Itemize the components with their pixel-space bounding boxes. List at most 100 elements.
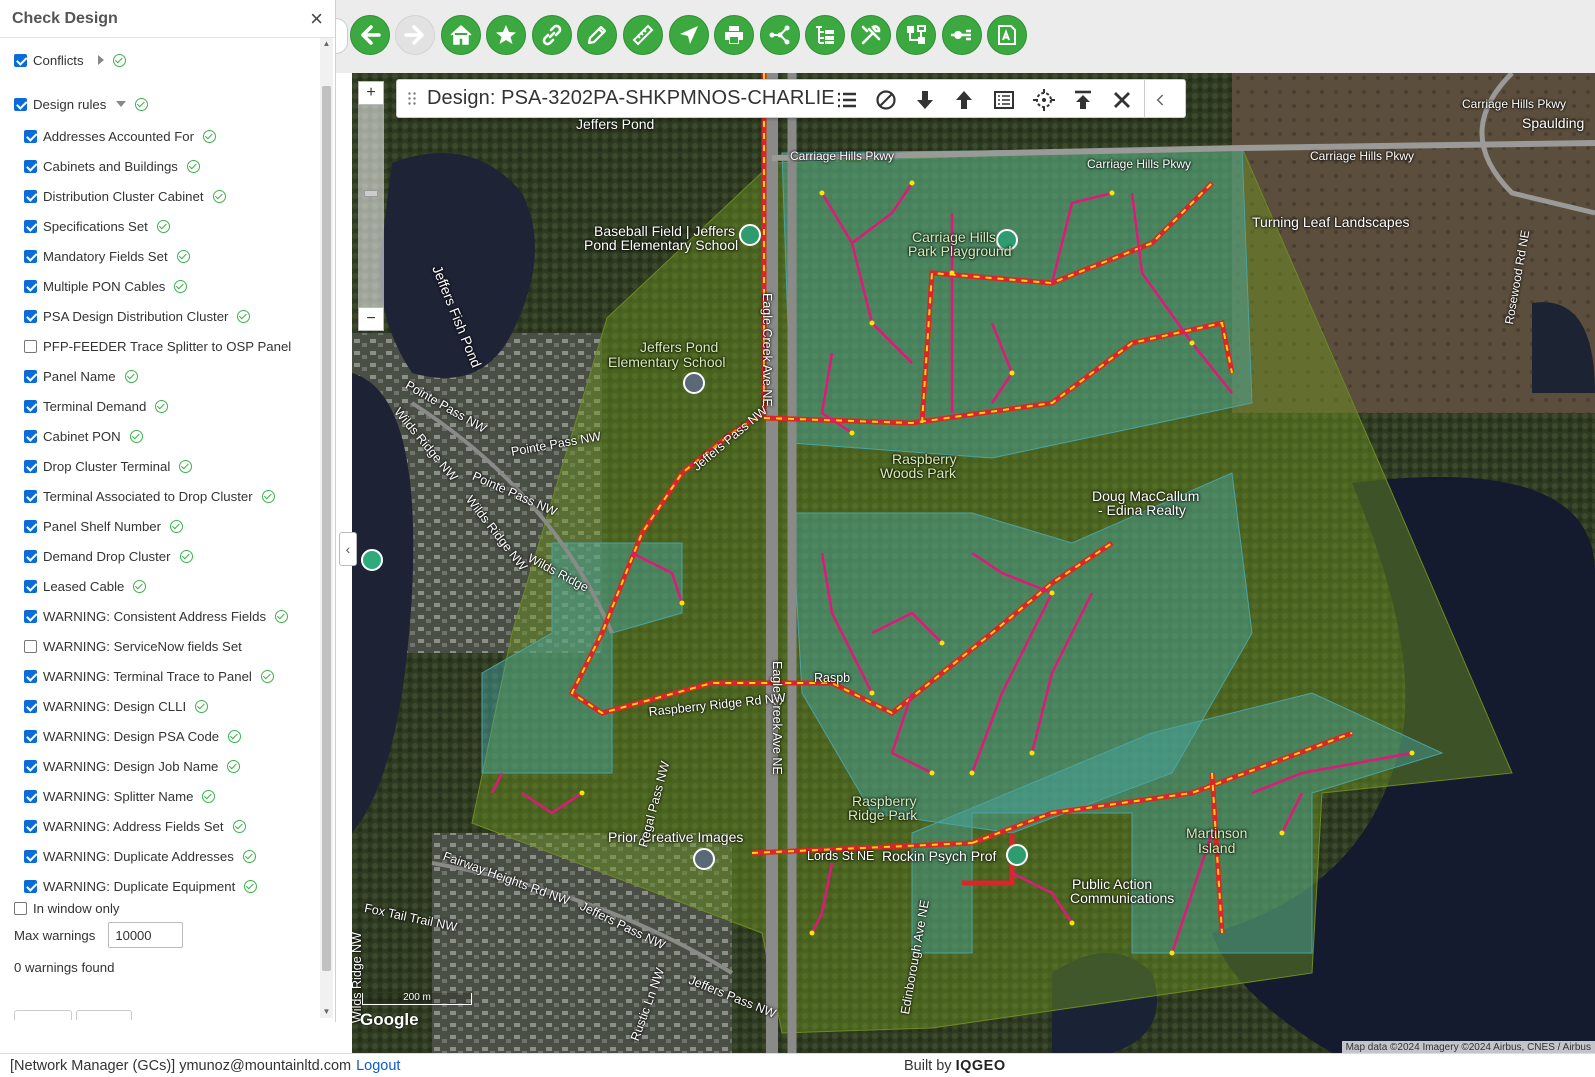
measure-ruler-button[interactable]: [623, 15, 663, 55]
scroll-down-icon[interactable]: ▼: [320, 1006, 333, 1018]
link-button[interactable]: [532, 15, 572, 55]
checkbox[interactable]: [24, 219, 37, 233]
checkbox[interactable]: [24, 759, 37, 773]
edit-pencil-button[interactable]: [577, 15, 617, 55]
zoom-out-button[interactable]: −: [358, 307, 384, 331]
bookmark-star-button[interactable]: [486, 15, 526, 55]
zoom-slider-track[interactable]: [358, 105, 384, 307]
checkbox[interactable]: [24, 639, 37, 653]
checkbox[interactable]: [24, 249, 37, 263]
rule-item[interactable]: Cabinet PON: [24, 426, 143, 446]
rule-item[interactable]: Leased Cable: [24, 576, 147, 596]
connections-button[interactable]: [896, 15, 936, 55]
arrow-down-icon[interactable]: [911, 86, 939, 114]
rule-item[interactable]: Panel Name: [24, 366, 138, 386]
rule-item[interactable]: Mandatory Fields Set: [24, 246, 190, 266]
cancel-icon[interactable]: [872, 86, 900, 114]
checkbox[interactable]: [24, 879, 37, 893]
checkbox[interactable]: [24, 609, 37, 623]
in-window-only-toggle[interactable]: In window only: [14, 898, 120, 918]
panel-collapse-chevron-icon[interactable]: ‹: [339, 532, 357, 566]
checkbox[interactable]: [24, 339, 37, 353]
rule-item[interactable]: PSA Design Distribution Cluster: [24, 306, 251, 326]
rule-item[interactable]: WARNING: Design PSA Code: [24, 726, 242, 746]
checkbox[interactable]: [24, 729, 37, 743]
checkbox[interactable]: [24, 819, 37, 833]
document-a-button[interactable]: [987, 15, 1027, 55]
rule-item[interactable]: Panel Shelf Number: [24, 516, 184, 536]
checkbox[interactable]: [24, 279, 37, 293]
checkbox[interactable]: [14, 97, 27, 111]
checkbox[interactable]: [24, 309, 37, 323]
max-warnings-input[interactable]: [108, 922, 184, 948]
checkbox[interactable]: [24, 549, 37, 563]
checkbox[interactable]: [24, 429, 37, 443]
rule-item[interactable]: WARNING: Consistent Address Fields: [24, 606, 289, 626]
panel-scrollbar[interactable]: ▲ ▼: [320, 38, 333, 1018]
checkbox[interactable]: [24, 399, 37, 413]
rule-item[interactable]: WARNING: Design Job Name: [24, 756, 241, 776]
splice-button[interactable]: [942, 15, 982, 55]
conflicts-toggle[interactable]: Conflicts: [14, 50, 126, 70]
checkbox[interactable]: [24, 369, 37, 383]
map-view[interactable]: Jeffers Pond Carriage Hills Pkwy Carriag…: [352, 73, 1595, 1053]
checkbox[interactable]: [24, 129, 37, 143]
rule-item[interactable]: Addresses Accounted For: [24, 126, 217, 146]
rule-item[interactable]: Distribution Cluster Cabinet: [24, 186, 226, 206]
rule-item[interactable]: Cabinets and Buildings: [24, 156, 200, 176]
rule-item[interactable]: WARNING: Terminal Trace to Panel: [24, 666, 274, 686]
zoom-slider-knob[interactable]: [364, 190, 378, 197]
checkbox[interactable]: [24, 789, 37, 803]
rule-item[interactable]: Terminal Demand: [24, 396, 169, 416]
collapse-chevron-icon[interactable]: [1151, 86, 1171, 114]
checkbox[interactable]: [24, 459, 37, 473]
publish-top-icon[interactable]: [1069, 86, 1097, 114]
rule-item[interactable]: WARNING: Splitter Name: [24, 786, 216, 806]
back-button[interactable]: [350, 15, 390, 55]
tools-button[interactable]: [851, 15, 891, 55]
zoom-in-button[interactable]: +: [358, 81, 384, 105]
checkbox[interactable]: [24, 189, 37, 203]
checkbox[interactable]: [24, 669, 37, 683]
map-attribution[interactable]: Map data ©2024 Imagery ©2024 Airbus, CNE…: [1341, 1041, 1595, 1053]
rule-item[interactable]: Demand Drop Cluster: [24, 546, 193, 566]
rule-item[interactable]: Drop Cluster Terminal: [24, 456, 193, 476]
rule-item[interactable]: WARNING: Design CLLI: [24, 696, 209, 716]
print-button[interactable]: [714, 15, 754, 55]
rule-item[interactable]: WARNING: Duplicate Addresses: [24, 846, 256, 866]
rule-item[interactable]: Terminal Associated to Drop Cluster: [24, 486, 275, 506]
forward-button[interactable]: [395, 15, 435, 55]
close-icon[interactable]: [1108, 86, 1136, 114]
design-rules-toggle[interactable]: Design rules: [14, 94, 149, 114]
drag-handle-icon[interactable]: [407, 90, 417, 107]
navigate-arrow-button[interactable]: [669, 15, 709, 55]
scroll-up-icon[interactable]: ▲: [320, 38, 333, 50]
rule-item[interactable]: WARNING: Duplicate Equipment: [24, 876, 258, 896]
checkbox[interactable]: [24, 519, 37, 533]
rule-item[interactable]: Specifications Set: [24, 216, 170, 236]
locate-crosshair-icon[interactable]: [1030, 86, 1058, 114]
arrow-up-icon[interactable]: [950, 86, 978, 114]
expand-chevron-icon[interactable]: [97, 55, 104, 65]
checkbox[interactable]: [24, 159, 37, 173]
home-button[interactable]: [441, 15, 481, 55]
rule-item[interactable]: WARNING: ServiceNow fields Set: [24, 636, 242, 656]
checkbox[interactable]: [14, 901, 27, 915]
details-list-icon[interactable]: [990, 86, 1018, 114]
network-trace-button[interactable]: [760, 15, 800, 55]
structure-tree-button[interactable]: [805, 15, 845, 55]
collapse-chevron-icon[interactable]: [116, 101, 127, 107]
logout-link[interactable]: Logout: [356, 1058, 400, 1074]
checkbox[interactable]: [24, 849, 37, 863]
rule-item[interactable]: WARNING: Address Fields Set: [24, 816, 246, 836]
list-icon[interactable]: [833, 86, 861, 114]
checkbox[interactable]: [24, 489, 37, 503]
rule-item[interactable]: PFP-FEEDER Trace Splitter to OSP Panel: [24, 336, 291, 356]
check-button[interactable]: [14, 1010, 72, 1020]
scrollbar-thumb[interactable]: [322, 86, 331, 971]
checkbox[interactable]: [14, 53, 27, 67]
checkbox[interactable]: [24, 579, 37, 593]
close-icon[interactable]: ×: [310, 7, 323, 30]
clear-button[interactable]: [76, 1010, 132, 1020]
rule-item[interactable]: Multiple PON Cables: [24, 276, 188, 296]
